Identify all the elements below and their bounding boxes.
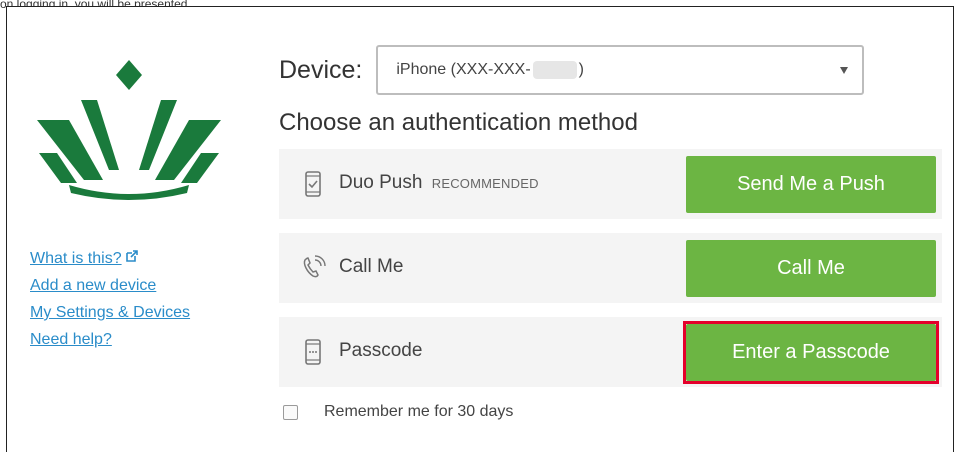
method-row-passcode: Passcode Enter a Passcode <box>279 317 942 387</box>
phone-call-icon <box>303 255 326 278</box>
enter-passcode-button[interactable]: Enter a Passcode <box>686 324 936 381</box>
device-label: Device: <box>279 55 363 84</box>
external-link-icon <box>125 250 138 262</box>
organization-logo <box>37 60 221 200</box>
remember-me-checkbox[interactable] <box>283 404 298 420</box>
need-help-link[interactable]: Need help? <box>30 326 190 353</box>
remember-me-label: Remember me for 30 days <box>324 403 514 420</box>
redacted-mask <box>532 61 577 79</box>
method-row-call-me: Call Me Call Me <box>279 233 942 303</box>
auth-method-heading: Choose an authentication method <box>279 109 638 136</box>
passcode-icon <box>305 339 321 365</box>
method-label: Call Me <box>339 256 404 277</box>
method-row-duo-push: Duo Push RECOMMENDED Send Me a Push <box>279 149 942 219</box>
method-label: Passcode <box>339 340 423 361</box>
remember-me-row: Remember me for 30 days <box>283 403 513 421</box>
add-new-device-link[interactable]: Add a new device <box>30 272 190 299</box>
device-value-suffix: ) <box>578 61 584 78</box>
main-panel: Device: iPhone (XXX-XXX- ) Choose an aut… <box>277 7 947 452</box>
my-settings-devices-link[interactable]: My Settings & Devices <box>30 299 190 326</box>
sidebar: What is this? Add a new device My Settin… <box>7 7 267 452</box>
send-push-button[interactable]: Send Me a Push <box>686 156 936 213</box>
call-me-button[interactable]: Call Me <box>686 240 936 297</box>
device-select[interactable]: iPhone (XXX-XXX- ) <box>376 45 865 95</box>
phone-push-icon <box>305 171 321 197</box>
device-value-prefix: iPhone (XXX-XXX- <box>396 61 531 78</box>
device-row: Device: iPhone (XXX-XXX- ) <box>279 45 865 95</box>
sidebar-links: What is this? Add a new device My Settin… <box>30 245 190 353</box>
duo-auth-frame: What is this? Add a new device My Settin… <box>6 6 954 452</box>
chevron-down-icon <box>840 67 849 74</box>
what-is-this-link[interactable]: What is this? <box>30 245 190 272</box>
recommended-tag: RECOMMENDED <box>431 176 539 191</box>
method-label: Duo Push RECOMMENDED <box>339 172 539 193</box>
